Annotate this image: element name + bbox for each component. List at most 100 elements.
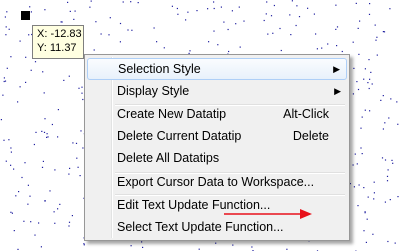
scatter-point — [57, 136, 59, 138]
scatter-point — [141, 241, 143, 243]
scatter-point — [327, 43, 329, 45]
menu-item-create-new-datatip[interactable]: Create New Datatip Alt-Click — [87, 103, 347, 125]
scatter-point — [380, 99, 382, 101]
scatter-point — [80, 130, 82, 132]
scatter-point — [365, 241, 367, 243]
menu-item-display-style[interactable]: Display Style ▶ — [87, 80, 347, 102]
menu-item-label: Export Cursor Data to Workspace... — [117, 175, 315, 189]
scatter-point — [122, 1, 124, 3]
menu-item-export-cursor-data[interactable]: Export Cursor Data to Workspace... — [87, 171, 347, 193]
datatip-box[interactable]: X: -12.83 Y: 11.37 — [32, 25, 84, 59]
scatter-point — [373, 198, 375, 200]
scatter-point — [387, 240, 389, 243]
scatter-point — [43, 131, 46, 133]
scatter-point — [382, 31, 384, 33]
scatter-point — [363, 78, 365, 80]
scatter-point — [363, 187, 365, 189]
scatter-point — [189, 50, 191, 52]
scatter-point — [54, 222, 56, 224]
scatter-point — [198, 248, 200, 250]
scatter-point — [235, 23, 237, 25]
scatter-point — [4, 80, 7, 82]
datatip-x-value: X: -12.83 — [37, 28, 82, 40]
scatter-point — [386, 175, 389, 177]
scatter-point — [207, 8, 209, 10]
menu-item-delete-all-datatips[interactable]: Delete All Datatips — [87, 147, 347, 169]
scatter-point — [46, 133, 48, 135]
scatter-point — [364, 109, 366, 111]
scatter-point — [57, 208, 59, 210]
scatter-point — [217, 44, 219, 46]
scatter-point — [316, 48, 318, 50]
scatter-point — [49, 190, 51, 192]
scatter-point — [27, 203, 29, 205]
scatter-point — [34, 234, 36, 236]
scatter-point — [108, 34, 110, 36]
scatter-point — [387, 169, 389, 171]
menu-item-label: Selection Style — [118, 62, 201, 76]
scatter-point — [142, 246, 144, 248]
scatter-point — [95, 21, 97, 23]
scatter-point — [382, 95, 384, 97]
scatter-point — [232, 244, 234, 246]
scatter-point — [77, 166, 79, 168]
menu-item-label: Delete Current Datatip — [117, 129, 242, 143]
scatter-point — [42, 71, 44, 73]
datatip-marker-icon[interactable] — [21, 11, 30, 20]
scatter-point — [263, 19, 265, 22]
scatter-point — [307, 7, 309, 9]
scatter-point — [289, 14, 291, 16]
scatter-point — [19, 40, 21, 42]
menu-item-label: Delete All Datatips — [117, 151, 220, 165]
menu-item-delete-current-datatip[interactable]: Delete Current Datatip Delete — [87, 125, 347, 147]
scatter-point — [3, 80, 5, 83]
scatter-point — [81, 92, 83, 94]
scatter-point — [251, 246, 253, 248]
scatter-point — [59, 203, 61, 205]
scatter-point — [29, 6, 31, 8]
scatter-point — [389, 8, 391, 10]
scatter-point — [374, 24, 376, 26]
scatter-point — [171, 5, 173, 7]
scatter-point — [177, 13, 179, 15]
scatter-point — [29, 195, 31, 197]
scatter-point — [368, 13, 371, 15]
scatter-point — [361, 116, 363, 118]
scatter-point — [238, 6, 240, 8]
scatter-point — [267, 33, 269, 35]
scatter-point — [357, 205, 359, 207]
scatter-point — [25, 56, 27, 58]
scatter-point — [54, 169, 56, 171]
scatter-point — [130, 1, 132, 3]
scatter-point — [90, 0, 92, 2]
scatter-point — [10, 164, 12, 166]
submenu-arrow-icon: ▶ — [334, 86, 341, 96]
scatter-point — [298, 16, 301, 18]
scatter-point — [215, 242, 217, 244]
scatter-point — [397, 196, 399, 198]
scatter-point — [93, 49, 95, 51]
scatter-point — [388, 117, 390, 119]
scatter-point — [358, 53, 360, 55]
scatter-point — [372, 233, 374, 235]
scatter-point — [21, 176, 23, 179]
scatter-point — [38, 222, 40, 224]
scatter-point — [73, 18, 75, 20]
scatter-point — [24, 162, 26, 164]
scatter-point — [156, 41, 158, 43]
scatter-point — [352, 164, 354, 166]
scatter-point — [76, 157, 78, 159]
scatter-point — [34, 61, 37, 63]
scatter-point — [176, 7, 178, 10]
scatter-point — [370, 71, 372, 73]
scatter-point — [266, 1, 268, 3]
scatter-point — [83, 243, 85, 245]
scatter-point — [10, 211, 12, 213]
scatter-point — [187, 11, 189, 13]
scatter-point — [270, 15, 273, 17]
menu-item-selection-style[interactable]: Selection Style ▶ — [87, 58, 347, 80]
scatter-point — [137, 2, 139, 4]
scatter-point — [336, 26, 339, 28]
menu-item-label: Select Text Update Function... — [117, 220, 284, 234]
scatter-point — [81, 86, 83, 88]
